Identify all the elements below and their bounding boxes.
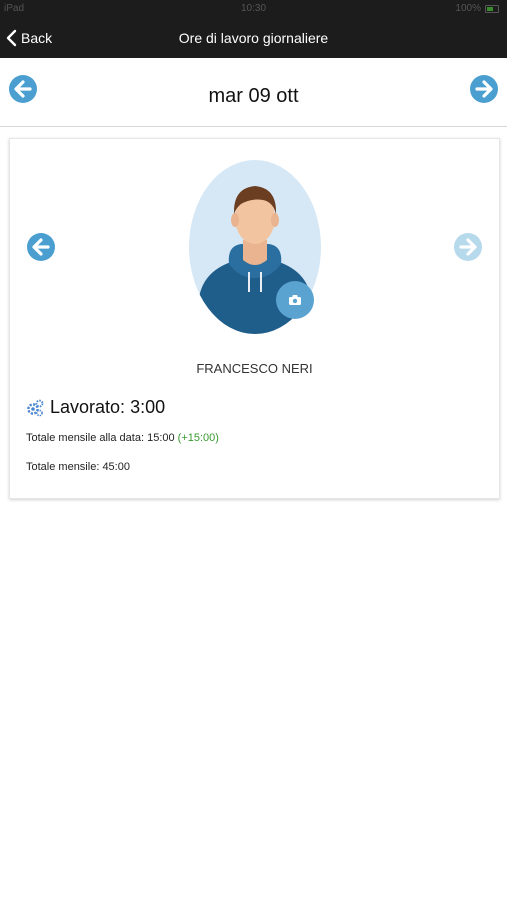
navigation-bar: Back Ore di lavoro giornaliere: [0, 18, 507, 58]
next-employee-button[interactable]: [453, 232, 483, 262]
monthly-to-date-row: Totale mensile alla data: 15:00 (+15:00): [26, 432, 219, 444]
monthly-total-label: Totale mensile:: [26, 461, 100, 473]
employee-card: FRANCESCO NERI Lavorato: 3:00 Totale men…: [9, 138, 500, 499]
battery-percent: 100%: [455, 3, 481, 14]
monthly-to-date-label: Totale mensile alla data:: [26, 432, 145, 444]
monthly-to-date-value: 15:00: [147, 432, 175, 444]
monthly-to-date-delta: (+15:00): [177, 432, 219, 444]
employee-name: FRANCESCO NERI: [196, 361, 313, 376]
gears-icon: [27, 399, 44, 416]
camera-icon: [289, 295, 301, 305]
battery-status: 100%: [455, 3, 499, 14]
current-date: mar 09 ott: [208, 85, 299, 107]
worked-hours: Lavorato: 3:00: [26, 397, 165, 418]
previous-employee-button[interactable]: [26, 232, 56, 262]
monthly-total-value: 45:00: [102, 461, 130, 473]
worked-value: 3:00: [130, 397, 166, 417]
worked-label: Lavorato:: [50, 397, 126, 417]
page-title: Ore di lavoro giornaliere: [178, 30, 329, 46]
status-bar: iPad 10:30 100%: [0, 0, 507, 18]
battery-icon: [485, 4, 499, 13]
date-selector: mar 09 ott: [0, 58, 507, 127]
next-date-button[interactable]: [469, 74, 499, 104]
change-photo-button[interactable]: [276, 281, 314, 319]
monthly-total-row: Totale mensile: 45:00: [26, 461, 130, 473]
clock: 10:30: [240, 3, 267, 14]
